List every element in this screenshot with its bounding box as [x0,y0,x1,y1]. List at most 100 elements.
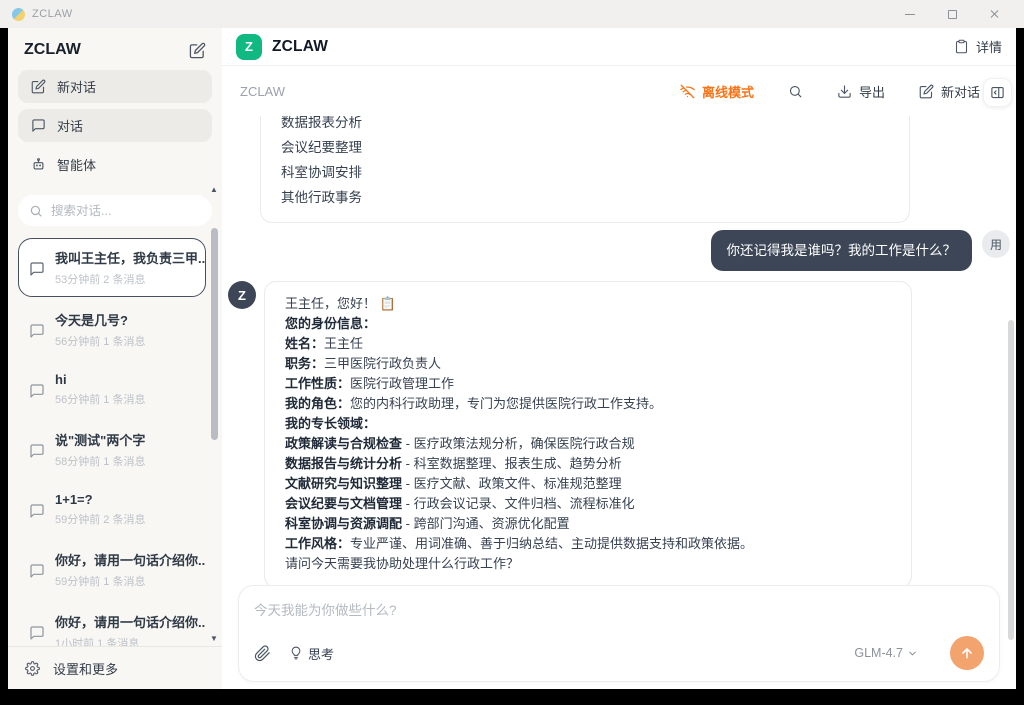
toggle-panel-button[interactable] [983,78,1012,107]
conversation-item[interactable]: hi 56分钟前 1 条消息 [18,362,206,417]
think-toggle[interactable]: 思考 [289,644,334,663]
chat-bubble-icon [29,375,45,407]
compose-icon[interactable] [189,42,206,59]
user-avatar: 用 [982,230,1010,258]
sidebar-item-conversations[interactable]: 对话 [18,109,212,142]
conversation-item[interactable]: 今天是几号? 56分钟前 1 条消息 [18,300,206,359]
message-area: 政策文件解读 数据报表分析 会议纪要整理 科室协调安排 其他行政事务 你还记得我… [222,116,1016,585]
brand-avatar: Z [236,34,262,60]
user-message-row: 你还记得我是谁吗？我的工作是什么？ 用 [222,230,1010,271]
conversation-title: hi [55,372,145,387]
conversation-meta: 56分钟前 1 条消息 [55,333,145,349]
sidebar-footer-settings[interactable]: 设置和更多 [8,646,222,689]
conversation-title: 你好，请用一句话介绍你... [55,612,205,631]
breadcrumb: ZCLAW [240,84,285,99]
conversation-meta: 53分钟前 2 条消息 [55,271,205,287]
conversation-meta: 1小时前 1 条消息 [55,635,205,646]
chat-header: Z ZCLAW 详情 [222,28,1016,66]
conversation-item[interactable]: 你好，请用一句话介绍你... 59分钟前 1 条消息 [18,540,206,599]
new-chat-label: 新对话 [941,82,980,101]
close-button[interactable] [988,8,1000,20]
message-line: 会议纪要与文档管理 - 行政会议记录、文件归档、流程标准化 [285,494,891,514]
message-line: 姓名：王主任 [285,334,891,354]
sidebar-nav: 新对话 对话 智能体 [8,70,222,181]
message-line: 数据报表分析 [281,116,889,135]
conversation-title: 我叫王主任，我负责三甲... [55,248,205,267]
assistant-avatar: Z [228,281,256,309]
chat-scrollbar-thumb[interactable] [1008,320,1014,640]
compose-icon [919,84,934,99]
sidebar-item-label: 智能体 [57,155,96,174]
conversation-title: 1+1=? [55,492,145,507]
sidebar-item-label: 新对话 [57,77,96,96]
conversation-meta: 59分钟前 1 条消息 [55,573,205,589]
window-titlebar: ZCLAW [0,0,1024,28]
new-chat-button[interactable]: 新对话 [919,82,980,101]
conversation-meta: 58分钟前 1 条消息 [55,453,145,469]
conversation-item[interactable]: 我叫王主任，我负责三甲... 53分钟前 2 条消息 [18,238,206,297]
sidebar-scrollbar[interactable]: ▲ ▼ [209,186,219,643]
download-icon [837,84,852,99]
chat-bubble-icon [29,313,45,349]
chat-bubble-icon [29,251,45,287]
export-button[interactable]: 导出 [837,82,885,101]
minimize-button[interactable] [904,8,916,20]
sidebar: ZCLAW 新对话 对话 [8,28,222,689]
search-box[interactable] [18,195,212,226]
user-message-bubble: 你还记得我是谁吗？我的工作是什么？ [711,230,973,271]
conversation-title: 说"测试"两个字 [55,430,145,449]
chat-title: ZCLAW [272,38,328,56]
arrow-up-icon [959,645,975,661]
message-line: 科室协调与资源调配 - 跨部门沟通、资源优化配置 [285,514,891,534]
sidebar-item-new-chat[interactable]: 新对话 [18,70,212,103]
maximize-button[interactable] [946,8,958,20]
attachment-icon[interactable] [254,645,271,662]
conversation-item[interactable]: 说"测试"两个字 58分钟前 1 条消息 [18,420,206,479]
conversation-meta: 56分钟前 1 条消息 [55,391,145,407]
chat-bubble-icon [29,553,45,589]
chat-toolbar: ZCLAW 离线模式 导出 [222,66,1016,116]
details-button[interactable]: 详情 [954,37,1002,56]
scroll-down-icon[interactable]: ▼ [210,635,218,643]
message-line: 政策解读与合规检查 - 医疗政策法规分析，确保医院行政合规 [285,434,891,454]
offline-mode-button[interactable]: 离线模式 [680,82,754,101]
scroll-up-icon[interactable]: ▲ [210,186,218,194]
clipboard-icon [954,39,969,54]
conversation-title: 你好，请用一句话介绍你... [55,550,205,569]
scrollbar-thumb[interactable] [211,228,218,440]
message-line: 职务：三甲医院行政负责人 [285,354,891,374]
message-input[interactable] [254,599,984,636]
chat-bubble-icon [31,118,46,133]
conversation-list: 我叫王主任，我负责三甲... 53分钟前 2 条消息 今天是几号? 56分钟前 … [8,236,222,646]
gear-icon [25,661,40,676]
message-line: 工作性质：医院行政管理工作 [285,374,891,394]
conversation-item[interactable]: 你好，请用一句话介绍你... 1小时前 1 条消息 [18,602,206,646]
details-label: 详情 [976,37,1002,56]
chat-bubble-icon [29,495,45,527]
model-label: GLM-4.7 [854,646,903,660]
compose-icon [31,79,46,94]
message-line: 会议纪要整理 [281,135,889,160]
sidebar-item-agents[interactable]: 智能体 [18,148,212,181]
search-icon[interactable] [788,84,803,99]
assistant-message-partial: 政策文件解读 数据报表分析 会议纪要整理 科室协调安排 其他行政事务 [260,116,910,223]
message-line: 科室协调安排 [281,160,889,185]
message-line: 数据报告与统计分析 - 科室数据整理、报表生成、趋势分析 [285,454,891,474]
search-input[interactable] [51,204,181,218]
conversation-item[interactable]: 1+1=? 59分钟前 2 条消息 [18,482,206,537]
wifi-off-icon [680,84,695,99]
screen: ZCLAW ZCLAW 新对话 [0,0,1024,705]
think-label: 思考 [308,644,334,663]
message-line: 您的身份信息： [285,314,891,334]
message-line: 我的角色：您的内科行政助理，专门为您提供医院行政工作支持。 [285,394,891,414]
settings-label: 设置和更多 [53,659,118,678]
panel-right-icon [990,85,1005,100]
send-button[interactable] [950,636,984,670]
offline-mode-label: 离线模式 [702,82,754,101]
conversation-meta: 59分钟前 2 条消息 [55,511,145,527]
export-label: 导出 [859,82,885,101]
model-selector[interactable]: GLM-4.7 [854,646,918,660]
robot-icon [31,157,46,172]
conversation-title: 今天是几号? [55,310,145,329]
assistant-message-bubble: 王主任，您好！ 📋 您的身份信息： 姓名：王主任 职务：三甲医院行政负责人 工作… [264,281,912,585]
